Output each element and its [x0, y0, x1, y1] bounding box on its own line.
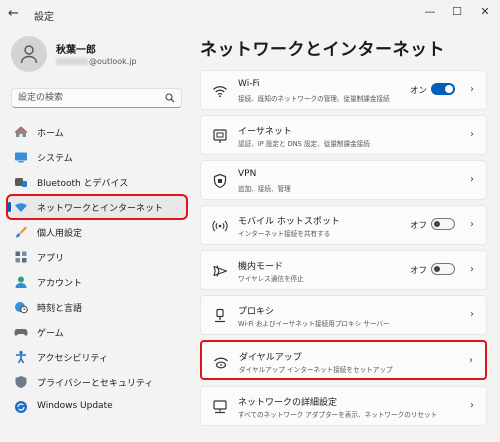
shield-icon: [15, 376, 27, 388]
dialup-card[interactable]: ダイヤルアップ ダイヤルアップ インターネット接続をセットアップ ›: [200, 340, 487, 380]
user-name: 秋葉一郎: [56, 45, 96, 56]
sidebar-item-label: システム: [37, 154, 73, 164]
chevron-right-icon: ›: [470, 400, 474, 411]
card-title: ネットワークの詳細設定: [238, 398, 338, 408]
wifi-icon: [213, 86, 227, 98]
hotspot-toggle[interactable]: [431, 218, 455, 230]
sidebar-item-privacy[interactable]: プライバシーとセキュリティ: [8, 371, 186, 393]
airplane-state-label: オフ: [409, 266, 427, 276]
card-description: 接続、既知のネットワークの管理、従量制課金接続: [238, 95, 390, 103]
accessibility-icon: [16, 350, 26, 364]
sidebar-item-accounts[interactable]: アカウント: [8, 271, 186, 293]
sidebar-item-label: 時刻と言語: [37, 304, 83, 314]
sidebar-item-windows-update[interactable]: Windows Update: [8, 396, 186, 418]
sidebar-item-system[interactable]: システム: [8, 146, 186, 168]
sidebar-item-gaming[interactable]: ゲーム: [8, 321, 186, 343]
search-icon: [165, 93, 175, 103]
maximize-button[interactable]: ☐: [448, 4, 466, 20]
chevron-right-icon: ›: [470, 264, 474, 275]
chevron-right-icon: ›: [469, 355, 473, 366]
user-email-suffix: @outlook.jp: [89, 57, 137, 66]
wifi-state-label: オン: [409, 86, 427, 96]
sidebar-item-apps[interactable]: アプリ: [8, 246, 186, 268]
mobile-hotspot-card[interactable]: モバイル ホットスポット インターネット接続を共有する オフ ›: [200, 205, 487, 245]
card-description: 追加、接続、管理: [238, 185, 291, 193]
sidebar-item-label: 個人用設定: [37, 229, 83, 239]
sidebar-item-personalization[interactable]: 個人用設定: [8, 221, 186, 243]
chevron-right-icon: ›: [470, 84, 474, 95]
home-icon: [14, 126, 28, 137]
sidebar-item-label: アカウント: [37, 279, 83, 289]
wifi-toggle[interactable]: [431, 83, 455, 95]
card-title: Wi-Fi: [238, 79, 260, 89]
vpn-card[interactable]: VPN 追加、接続、管理 ›: [200, 160, 487, 200]
sidebar-item-label: アプリ: [37, 254, 65, 264]
airplane-icon: [213, 265, 228, 277]
app-title: 設定: [34, 12, 54, 23]
sidebar-item-label: ゲーム: [37, 329, 64, 339]
chevron-right-icon: ›: [470, 174, 474, 185]
back-button[interactable]: ←: [8, 7, 22, 21]
network-icon: [15, 203, 27, 212]
sidebar-item-accessibility[interactable]: アクセシビリティ: [8, 346, 186, 368]
chevron-right-icon: ›: [470, 219, 474, 230]
globe-clock-icon: [15, 302, 28, 314]
card-title: ダイヤルアップ: [239, 353, 302, 363]
card-description: すべてのネットワーク アダプターを表示、ネットワークのリセット: [238, 411, 438, 419]
card-title: イーサネット: [238, 127, 292, 137]
brush-icon: [15, 226, 27, 238]
sidebar-item-label: アクセシビリティ: [37, 354, 109, 364]
hotspot-state-label: オフ: [409, 221, 427, 231]
chevron-right-icon: ›: [470, 309, 474, 320]
card-title: VPN: [238, 169, 257, 179]
bluetooth-icon: [15, 178, 27, 187]
close-button[interactable]: ✕: [476, 4, 494, 20]
card-title: 機内モード: [238, 262, 284, 272]
system-icon: [15, 152, 27, 163]
ethernet-card[interactable]: イーサネット 認証、IP 設定と DNS 設定、従量制課金接続 ›: [200, 115, 487, 155]
redacted-email-prefix: [56, 58, 88, 65]
card-title: プロキシ: [238, 307, 275, 317]
dialup-icon: [214, 357, 228, 369]
sidebar-item-label: ネットワークとインターネット: [37, 204, 164, 214]
card-description: ワイヤレス通信を停止: [238, 275, 304, 283]
card-description: Wi-Fi およびイーサネット接続用プロキシ サーバー: [238, 320, 390, 328]
advanced-network-card[interactable]: ネットワークの詳細設定 すべてのネットワーク アダプターを表示、ネットワークのリ…: [200, 386, 487, 426]
selected-indicator: [8, 202, 11, 212]
search-input[interactable]: [18, 91, 158, 105]
card-title: モバイル ホットスポット: [238, 217, 340, 227]
advanced-network-icon: [213, 400, 227, 414]
wifi-card[interactable]: Wi-Fi 接続、既知のネットワークの管理、従量制課金接続 オン ›: [200, 70, 487, 110]
proxy-card[interactable]: プロキシ Wi-Fi およびイーサネット接続用プロキシ サーバー ›: [200, 295, 487, 335]
ethernet-icon: [213, 129, 227, 143]
sidebar-item-label: Bluetooth とデバイス: [37, 179, 129, 189]
sidebar-item-label: プライバシーとセキュリティ: [37, 379, 154, 389]
card-description: 認証、IP 設定と DNS 設定、従量制課金接続: [238, 140, 370, 148]
hotspot-icon: [212, 220, 228, 232]
airplane-toggle[interactable]: [431, 263, 455, 275]
title-bar: ← 設定 — ☐ ✕: [0, 0, 500, 30]
avatar[interactable]: [11, 36, 47, 72]
card-description: インターネット接続を共有する: [238, 230, 331, 238]
sidebar-item-label: Windows Update: [37, 401, 113, 411]
minimize-button[interactable]: —: [421, 4, 439, 20]
sidebar-item-bluetooth[interactable]: Bluetooth とデバイス: [8, 171, 186, 193]
apps-icon: [15, 251, 27, 263]
person-icon: [20, 45, 38, 64]
page-title: ネットワークとインターネット: [200, 40, 445, 60]
proxy-icon: [215, 308, 225, 323]
account-icon: [15, 276, 27, 288]
sidebar-item-time-language[interactable]: 時刻と言語: [8, 296, 186, 318]
search-box[interactable]: [11, 88, 182, 108]
user-email: @outlook.jp: [56, 57, 137, 66]
airplane-mode-card[interactable]: 機内モード ワイヤレス通信を停止 オフ ›: [200, 250, 487, 290]
card-description: ダイヤルアップ インターネット接続をセットアップ: [239, 366, 393, 374]
sidebar-item-network[interactable]: ネットワークとインターネット: [6, 194, 188, 220]
update-icon: [15, 401, 27, 413]
gamepad-icon: [14, 329, 28, 336]
sidebar-item-label: ホーム: [37, 129, 64, 139]
sidebar-item-home[interactable]: ホーム: [8, 121, 186, 143]
vpn-shield-icon: [213, 173, 227, 189]
chevron-right-icon: ›: [470, 129, 474, 140]
